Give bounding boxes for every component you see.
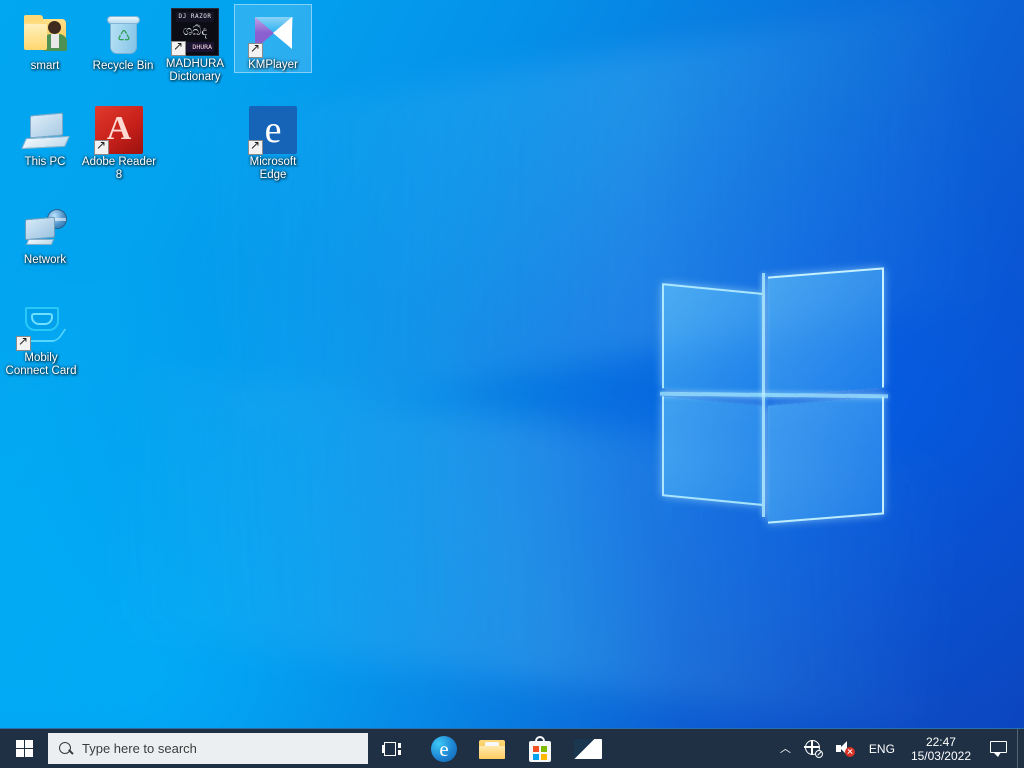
language-indicator: ENG bbox=[868, 741, 895, 756]
shortcut-arrow-icon bbox=[94, 138, 109, 155]
desktop-icon-recycle-bin[interactable]: ♺ Recycle Bin bbox=[84, 6, 162, 73]
this-pc-icon bbox=[21, 106, 70, 154]
shortcut-arrow-icon bbox=[171, 39, 186, 56]
chevron-up-icon: ︿ bbox=[779, 741, 791, 755]
desktop-icon-label: smart bbox=[30, 60, 60, 72]
desktop-icon-label: MADHURA Dictionary bbox=[165, 58, 225, 83]
network-icon bbox=[21, 204, 69, 252]
tray-network-button[interactable] bbox=[798, 729, 829, 768]
desktop-icon-label: Recycle Bin bbox=[92, 60, 154, 72]
microsoft-store-icon bbox=[528, 735, 552, 762]
taskbar-button-edge[interactable]: e bbox=[420, 729, 468, 768]
taskbar-button-file-explorer[interactable] bbox=[468, 729, 516, 768]
desktop-icon-label: Mobily Connect Card bbox=[5, 352, 77, 377]
action-center-icon bbox=[990, 741, 1007, 757]
desktop-icon-label: This PC bbox=[24, 156, 66, 168]
desktop-icon-kmplayer[interactable]: KMPlayer bbox=[234, 4, 312, 73]
desktop-icon-network[interactable]: Network bbox=[6, 200, 84, 267]
desktop-icon-mobily-connect-card[interactable]: Mobily Connect Card bbox=[2, 298, 80, 378]
clock-time: 22:47 bbox=[925, 734, 956, 749]
desktop-icon-label: KMPlayer bbox=[248, 59, 298, 71]
shortcut-arrow-icon bbox=[248, 138, 263, 155]
desktop-icon-grid: smart ♺ Recycle Bin DJ RAZOR ශබ්ද DHURA … bbox=[0, 0, 1024, 720]
tray-volume-button[interactable] bbox=[829, 729, 862, 768]
adobe-reader-icon: A bbox=[94, 106, 143, 155]
desktop-icon-smart[interactable]: smart bbox=[6, 6, 84, 73]
madhura-dictionary-icon: DJ RAZOR ශබ්ද DHURA bbox=[171, 8, 219, 56]
windows-logo-icon bbox=[15, 740, 33, 757]
search-icon bbox=[58, 741, 74, 757]
madhura-icon-top-text: DJ RAZOR bbox=[176, 12, 214, 22]
file-explorer-icon bbox=[479, 738, 505, 760]
clock-date: 15/03/2022 bbox=[910, 748, 971, 763]
system-tray: ︿ ENG 22:47 15/03/2022 bbox=[773, 729, 1024, 768]
desktop-icon-adobe-reader[interactable]: A Adobe Reader 8 bbox=[80, 102, 158, 182]
recycle-bin-icon: ♺ bbox=[99, 10, 147, 58]
shortcut-arrow-icon bbox=[248, 41, 263, 58]
action-center-button[interactable] bbox=[980, 729, 1017, 768]
taskbar-button-microsoft-store[interactable] bbox=[516, 729, 564, 768]
edge-icon: e bbox=[431, 735, 457, 762]
mail-icon bbox=[574, 738, 602, 759]
tray-overflow-button[interactable]: ︿ bbox=[773, 729, 798, 768]
desktop-icon-label: Microsoft Edge bbox=[249, 156, 297, 181]
taskbar-clock[interactable]: 22:47 15/03/2022 bbox=[902, 729, 980, 768]
desktop-icon-label: Network bbox=[23, 254, 67, 266]
start-button[interactable] bbox=[0, 729, 48, 768]
desktop-icon-label: Adobe Reader 8 bbox=[81, 156, 157, 181]
speaker-muted-icon bbox=[835, 740, 855, 757]
search-input[interactable]: Type here to search bbox=[48, 733, 368, 764]
desktop-icon-this-pc[interactable]: This PC bbox=[6, 102, 84, 169]
taskbar: Type here to search e ︿ ENG 22:47 15/03/… bbox=[0, 728, 1024, 768]
shortcut-arrow-icon bbox=[16, 334, 31, 351]
search-placeholder-text: Type here to search bbox=[82, 741, 197, 756]
taskbar-button-mail[interactable] bbox=[564, 729, 612, 768]
network-globe-icon bbox=[804, 739, 823, 758]
show-desktop-button[interactable] bbox=[1017, 729, 1024, 768]
tray-language-button[interactable]: ENG bbox=[862, 729, 902, 768]
mobily-connect-card-icon bbox=[16, 302, 67, 351]
kmplayer-icon bbox=[248, 9, 297, 58]
task-view-icon bbox=[382, 741, 402, 757]
desktop-icon-microsoft-edge[interactable]: e Microsoft Edge bbox=[234, 102, 312, 182]
microsoft-edge-icon: e bbox=[248, 106, 297, 155]
user-folder-icon bbox=[21, 10, 69, 58]
task-view-button[interactable] bbox=[368, 729, 416, 768]
desktop-icon-madhura-dictionary[interactable]: DJ RAZOR ශබ්ද DHURA MADHURA Dictionary bbox=[156, 4, 234, 84]
